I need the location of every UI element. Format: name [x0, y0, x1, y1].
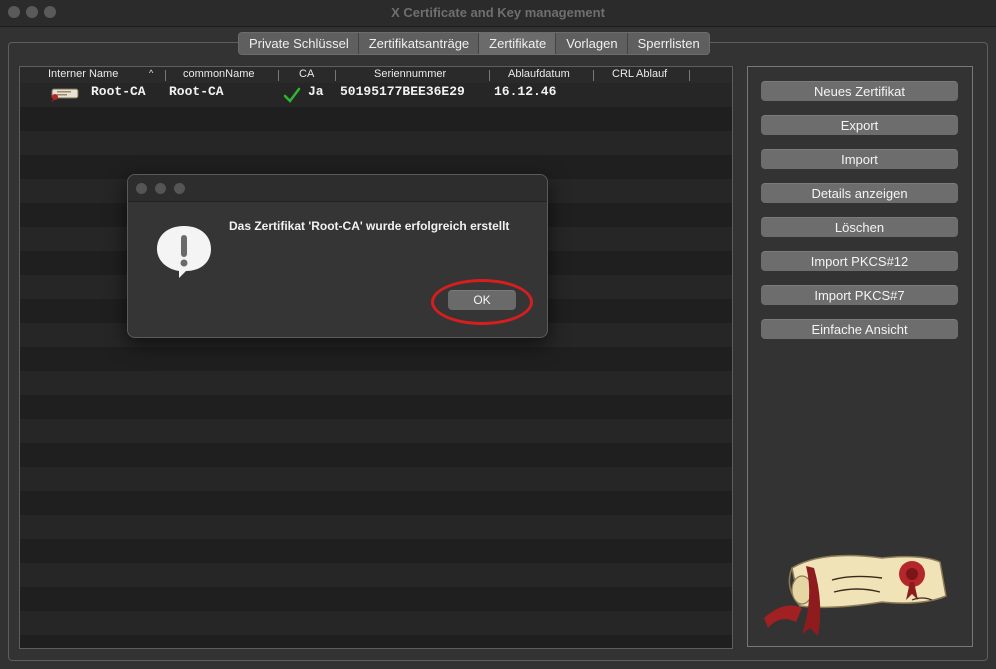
- import-pkcs7-button[interactable]: Import PKCS#7: [761, 285, 958, 305]
- table-row-empty: [20, 395, 732, 419]
- column-header-crl-expiry[interactable]: CRL Ablauf: [612, 68, 667, 80]
- table-row-empty: [20, 419, 732, 443]
- certificate-icon: [51, 88, 79, 102]
- tab-revocation-lists[interactable]: Sperrlisten: [628, 33, 709, 54]
- dialog-minimize-button[interactable]: [155, 183, 166, 194]
- table-row-empty: [20, 563, 732, 587]
- delete-button[interactable]: Löschen: [761, 217, 958, 237]
- table-row-empty: [20, 467, 732, 491]
- column-divider[interactable]: [278, 70, 279, 81]
- xca-logo: [764, 554, 947, 636]
- table-row-empty: [20, 131, 732, 155]
- tab-private-keys[interactable]: Private Schlüssel: [239, 33, 359, 54]
- show-details-button[interactable]: Details anzeigen: [761, 183, 958, 203]
- column-divider[interactable]: [489, 70, 490, 81]
- list-rows: [20, 83, 732, 648]
- export-button[interactable]: Export: [761, 115, 958, 135]
- import-pkcs12-button[interactable]: Import PKCS#12: [761, 251, 958, 271]
- import-button[interactable]: Import: [761, 149, 958, 169]
- column-header-ca[interactable]: CA: [299, 68, 314, 80]
- window-title: X Certificate and Key management: [391, 5, 605, 20]
- column-header-serial[interactable]: Seriennummer: [374, 68, 446, 80]
- simple-view-button[interactable]: Einfache Ansicht: [761, 319, 958, 339]
- list-header: Interner Name ^ commonName CA Seriennumm…: [20, 67, 732, 83]
- column-divider[interactable]: [335, 70, 336, 81]
- window-titlebar: X Certificate and Key management: [0, 0, 996, 27]
- column-divider[interactable]: [593, 70, 594, 81]
- column-header-expiry[interactable]: Ablaufdatum: [508, 68, 570, 80]
- dialog-close-button[interactable]: [136, 183, 147, 194]
- certificate-list[interactable]: Interner Name ^ commonName CA Seriennumm…: [19, 66, 733, 649]
- table-row-empty: [20, 371, 732, 395]
- table-row-empty: [20, 587, 732, 611]
- column-header-common-name[interactable]: commonName: [183, 68, 255, 80]
- alert-icon: [157, 226, 211, 278]
- sort-ascending-icon: ^: [149, 68, 154, 78]
- column-header-internal-name[interactable]: Interner Name: [48, 68, 118, 80]
- table-row-empty: [20, 611, 732, 635]
- table-row-empty: [20, 635, 732, 648]
- success-dialog: Das Zertifikat 'Root-CA' wurde erfolgrei…: [127, 174, 548, 338]
- new-certificate-button[interactable]: Neues Zertifikat: [761, 81, 958, 101]
- dialog-titlebar: [128, 175, 547, 202]
- cell-ca: Ja: [308, 84, 324, 99]
- checkmark-icon: [283, 87, 301, 103]
- tab-templates[interactable]: Vorlagen: [556, 33, 628, 54]
- cell-expiry: 16.12.46: [494, 84, 557, 99]
- tab-bar: Private Schlüssel Zertifikatsanträge Zer…: [238, 32, 710, 55]
- column-divider[interactable]: [165, 70, 166, 81]
- dialog-zoom-button[interactable]: [174, 183, 185, 194]
- table-row-empty: [20, 491, 732, 515]
- cell-internal-name: Root-CA: [91, 84, 146, 99]
- table-row-empty: [20, 107, 732, 131]
- table-row-empty: [20, 347, 732, 371]
- cell-serial: 50195177BEE36E29: [340, 84, 465, 99]
- table-row-empty: [20, 539, 732, 563]
- column-divider[interactable]: [689, 70, 690, 81]
- tab-certificate-requests[interactable]: Zertifikatsanträge: [359, 33, 480, 54]
- tab-certificates[interactable]: Zertifikate: [479, 33, 557, 54]
- table-row-empty: [20, 515, 732, 539]
- cell-common-name: Root-CA: [169, 84, 224, 99]
- highlight-circle: [431, 279, 533, 325]
- dialog-message: Das Zertifikat 'Root-CA' wurde erfolgrei…: [229, 219, 510, 233]
- table-row-empty: [20, 443, 732, 467]
